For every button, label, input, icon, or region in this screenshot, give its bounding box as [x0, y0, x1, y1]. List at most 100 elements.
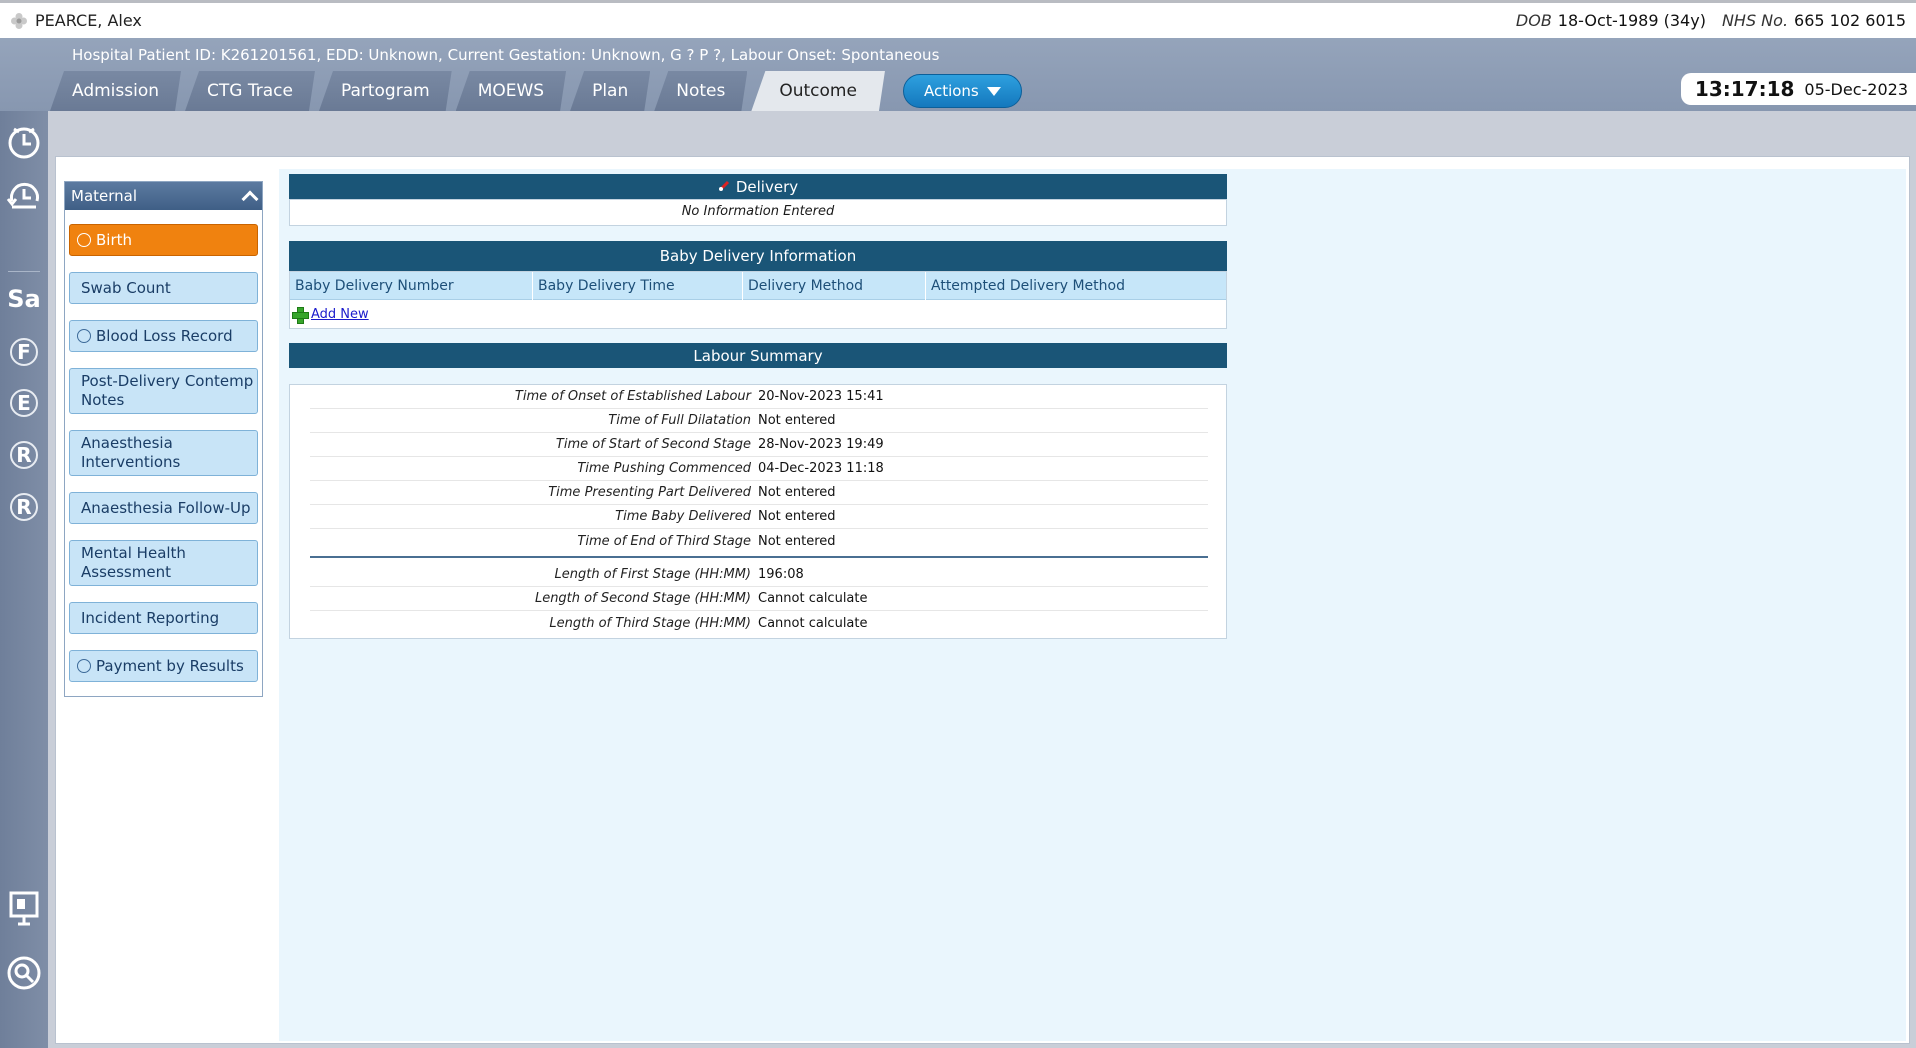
summary-value: 196:08: [758, 567, 804, 582]
nhs-label: NHS No.: [1721, 11, 1789, 30]
summary-row: Time of Onset of Established Labour 20-N…: [310, 385, 1208, 409]
summary-label: Time of Start of Second Stage: [555, 437, 751, 452]
patient-name: PEARCE, Alex: [35, 11, 142, 30]
summary-value: 04-Dec-2023 11:18: [758, 461, 884, 476]
rail-divider: [8, 271, 40, 272]
content-area: Maternal Birth Swab Count Blood Loss Rec…: [55, 156, 1910, 1044]
summary-row: Length of Second Stage (HH:MM) Cannot ca…: [310, 587, 1208, 611]
add-new-row: Add New: [290, 300, 1226, 328]
actions-label: Actions: [923, 82, 979, 100]
main-tabs: Admission CTG Trace Partogram MOEWS Plan…: [50, 71, 1022, 111]
rail-e[interactable]: E: [4, 383, 44, 423]
patient-flower-icon: [9, 11, 29, 31]
baby-delivery-table: Baby Delivery Number Baby Delivery Time …: [289, 271, 1227, 329]
add-new-link[interactable]: Add New: [311, 307, 369, 322]
sidebar-item-swab-count[interactable]: Swab Count: [69, 272, 258, 304]
actions-button[interactable]: Actions: [902, 74, 1022, 108]
clock-display: 13:17:18 05-Dec-2023: [1680, 73, 1916, 105]
summary-row: Time Presenting Part Delivered Not enter…: [310, 481, 1208, 505]
delivery-body: No Information Entered: [289, 199, 1227, 226]
summary-label: Time of Full Dilatation: [608, 413, 751, 428]
delivery-empty-text: No Information Entered: [681, 204, 835, 219]
sidebar-item-payment-by-results[interactable]: Payment by Results: [69, 650, 258, 682]
col-attempted-delivery-method[interactable]: Attempted Delivery Method: [926, 272, 1226, 300]
summary-row: Time of Start of Second Stage 28-Nov-202…: [310, 433, 1208, 457]
summary-divider: [310, 556, 1208, 558]
summary-label: Time Baby Delivered: [615, 509, 751, 524]
sidebar-item-label: Swab Count: [81, 278, 171, 297]
summary-label: Length of Third Stage (HH:MM): [549, 615, 751, 631]
rail-sa[interactable]: Sa: [4, 279, 44, 319]
summary-label: Time of Onset of Established Labour: [514, 389, 751, 404]
dob-label: DOB: [1515, 11, 1552, 30]
tab-admission[interactable]: Admission: [50, 71, 181, 111]
maternal-sidebar: Maternal Birth Swab Count Blood Loss Rec…: [64, 181, 263, 697]
clock-icon[interactable]: [4, 122, 44, 162]
delivery-header: Delivery: [289, 174, 1227, 199]
search-icon[interactable]: [4, 953, 44, 993]
baby-delivery-header: Baby Delivery Information: [289, 241, 1227, 271]
col-baby-delivery-number[interactable]: Baby Delivery Number: [290, 272, 533, 300]
sidebar-item-mental-health-assessment[interactable]: Mental Health Assessment: [69, 540, 258, 586]
col-baby-delivery-time[interactable]: Baby Delivery Time: [533, 272, 743, 300]
caret-down-icon: [986, 86, 1001, 96]
baby-delivery-title: Baby Delivery Information: [659, 247, 857, 265]
delivery-title: Delivery: [735, 177, 799, 196]
encounter-info: Hospital Patient ID: K261201561, EDD: Un…: [72, 46, 940, 64]
summary-value: Not entered: [758, 413, 836, 428]
summary-row: Length of Third Stage (HH:MM) Cannot cal…: [310, 611, 1208, 635]
rail-r-2[interactable]: R: [4, 487, 44, 527]
radio-icon: [77, 329, 91, 343]
sidebar-item-label: Incident Reporting: [81, 608, 220, 627]
summary-label: Time of End of Third Stage: [577, 533, 751, 549]
tab-notes[interactable]: Notes: [654, 71, 747, 111]
summary-row: Time of End of Third Stage Not entered: [310, 529, 1208, 553]
patient-banner: PEARCE, Alex DOB 18-Oct-1989 (34y) NHS N…: [0, 0, 1916, 38]
summary-label: Time Pushing Commenced: [577, 461, 751, 476]
header-band: Hospital Patient ID: K261201561, EDD: Un…: [0, 38, 1916, 111]
summary-value: Not entered: [758, 509, 836, 524]
add-plus-icon[interactable]: [292, 306, 309, 324]
radio-icon: [77, 233, 91, 247]
summary-value: 20-Nov-2023 15:41: [758, 389, 884, 404]
tab-ctg-trace[interactable]: CTG Trace: [185, 71, 315, 111]
summary-value: Cannot calculate: [758, 591, 868, 606]
summary-row: Length of First Stage (HH:MM) 196:08: [310, 563, 1208, 587]
sidebar-header[interactable]: Maternal: [65, 182, 262, 210]
summary-label: Length of Second Stage (HH:MM): [534, 591, 751, 606]
clock-date: 05-Dec-2023: [1804, 79, 1908, 99]
summary-row: Time Pushing Commenced 04-Dec-2023 11:18: [310, 457, 1208, 481]
tab-moews[interactable]: MOEWS: [456, 71, 566, 111]
sidebar-item-label: Anaesthesia Follow-Up: [81, 498, 251, 517]
history-clock-icon[interactable]: [4, 175, 44, 215]
left-rail: Sa F E R R: [0, 111, 48, 1048]
labour-summary-body: Time of Onset of Established Labour 20-N…: [289, 384, 1227, 639]
summary-value: Not entered: [758, 485, 836, 500]
sidebar-item-birth[interactable]: Birth: [69, 224, 258, 256]
alert-icon: [718, 178, 730, 196]
sidebar-item-anaesthesia-interventions[interactable]: Anaesthesia Interventions: [69, 430, 258, 476]
summary-label: Length of First Stage (HH:MM): [554, 567, 751, 582]
patient-identifiers: DOB 18-Oct-1989 (34y) NHS No. 665 102 60…: [1516, 11, 1906, 30]
toolbar-strip: [48, 111, 1916, 156]
sidebar-item-incident-reporting[interactable]: Incident Reporting: [69, 602, 258, 634]
rail-r-1[interactable]: R: [4, 435, 44, 475]
col-delivery-method[interactable]: Delivery Method: [743, 272, 926, 300]
labour-summary-title: Labour Summary: [693, 346, 823, 365]
sidebar-item-blood-loss-record[interactable]: Blood Loss Record: [69, 320, 258, 352]
tab-plan[interactable]: Plan: [570, 71, 650, 111]
tab-outcome[interactable]: Outcome: [751, 71, 885, 111]
chevron-up-icon: [241, 190, 259, 208]
presentation-icon[interactable]: [4, 889, 44, 929]
dob-value: 18-Oct-1989 (34y): [1557, 11, 1706, 30]
sidebar-item-anaesthesia-follow-up[interactable]: Anaesthesia Follow-Up: [69, 492, 258, 524]
rail-f[interactable]: F: [4, 332, 44, 372]
summary-value: Cannot calculate: [758, 615, 868, 631]
radio-icon: [77, 659, 91, 673]
sidebar-item-label: Post-Delivery Contemp Notes: [81, 372, 254, 409]
summary-label: Time Presenting Part Delivered: [548, 485, 751, 500]
summary-row: Time of Full Dilatation Not entered: [310, 409, 1208, 433]
sidebar-item-post-delivery-notes[interactable]: Post-Delivery Contemp Notes: [69, 368, 258, 414]
tab-partogram[interactable]: Partogram: [319, 71, 452, 111]
labour-summary-header: Labour Summary: [289, 343, 1227, 368]
